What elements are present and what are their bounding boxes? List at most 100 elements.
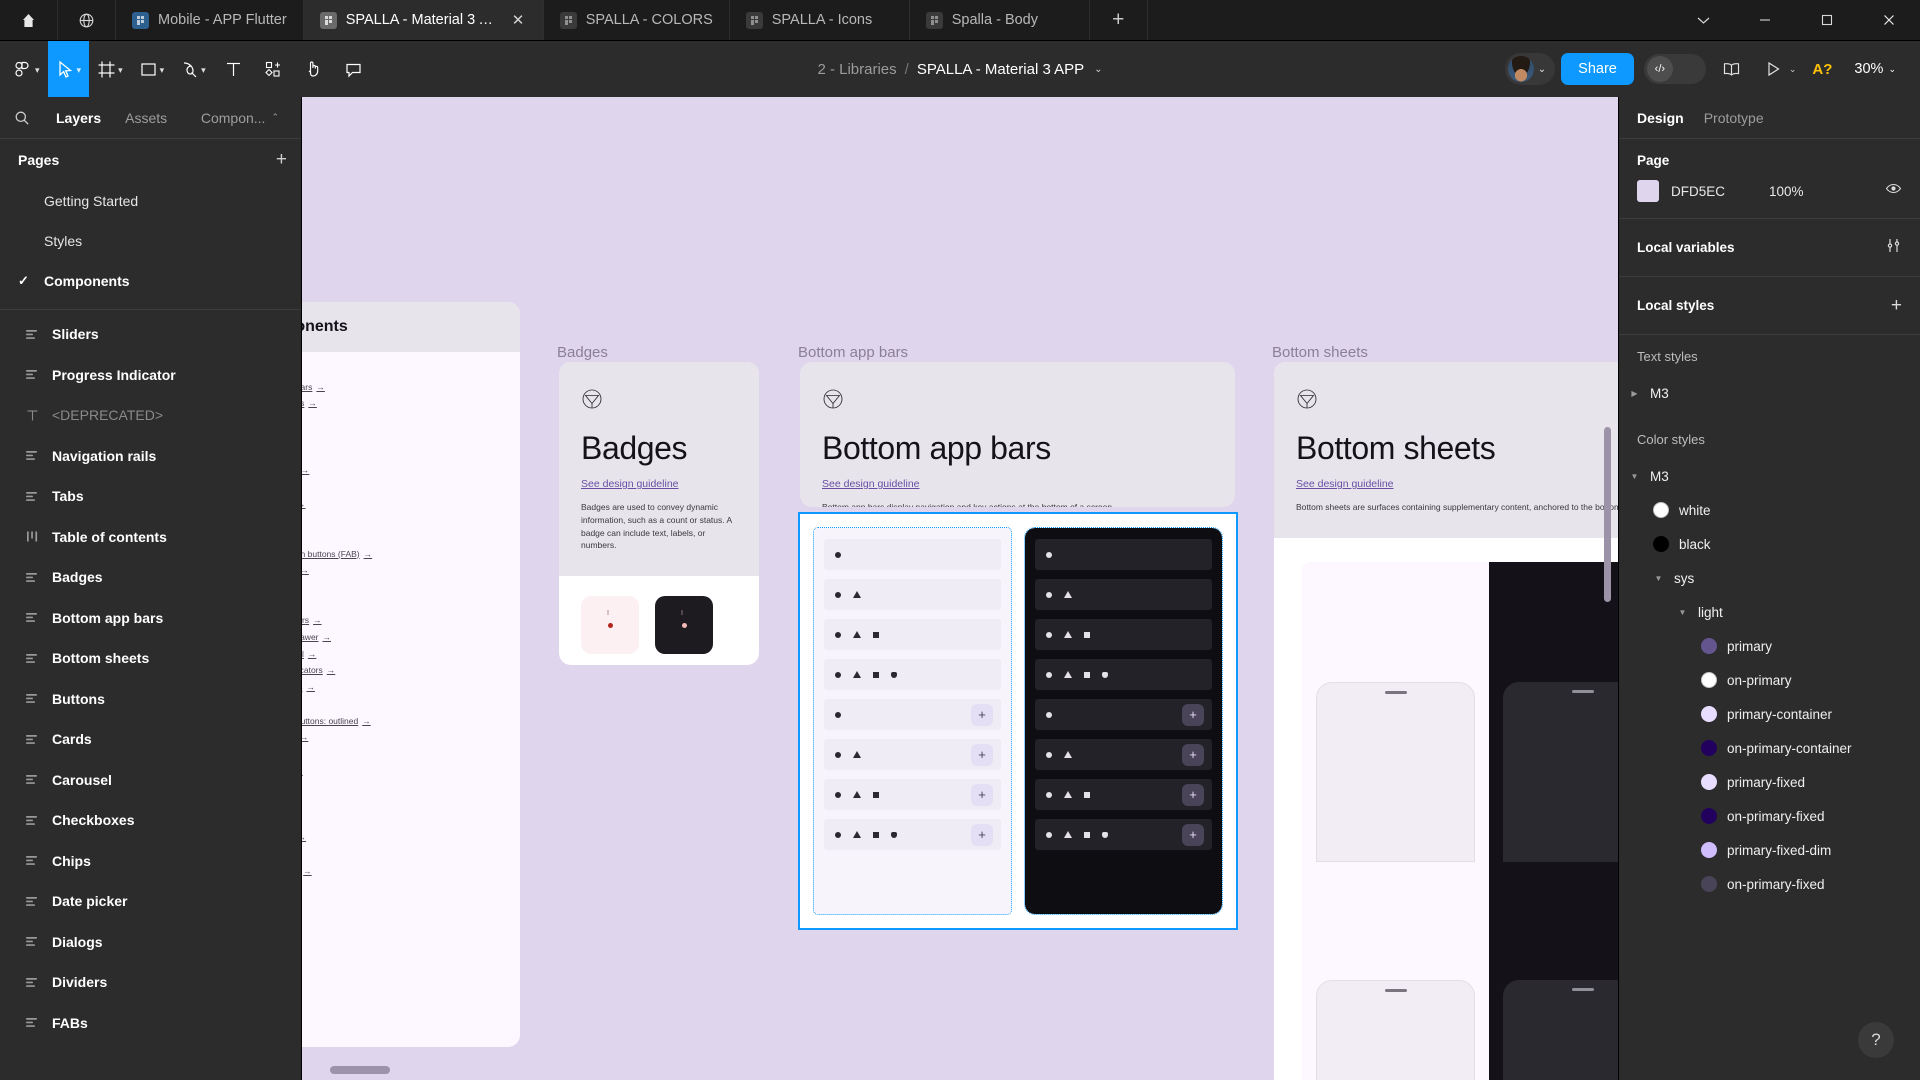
page-item-getting-started[interactable]: Getting Started — [0, 181, 301, 221]
bottom-app-bar[interactable]: + — [824, 699, 1001, 730]
canvas-horizontal-scrollbar[interactable] — [330, 1066, 390, 1074]
frame-icon[interactable]: ▾ — [89, 41, 131, 97]
triangle-icon[interactable] — [1064, 791, 1072, 798]
caret-right-icon[interactable]: ▶ — [1629, 389, 1640, 398]
fab-button[interactable]: + — [1182, 743, 1204, 766]
square-icon[interactable] — [1084, 791, 1090, 798]
tab-mobile-app-flutter[interactable]: Mobile - APP Flutter — [116, 0, 304, 40]
layer-row[interactable]: Table of contents — [0, 517, 301, 558]
pentagon-icon[interactable] — [1102, 671, 1108, 678]
tab-design[interactable]: Design — [1637, 110, 1684, 126]
dot-icon[interactable] — [1046, 671, 1052, 678]
fab-button[interactable]: + — [1182, 703, 1204, 726]
bottom-app-bar[interactable] — [824, 539, 1001, 570]
tab-assets[interactable]: Assets — [113, 110, 179, 126]
components-icon[interactable] — [254, 41, 294, 97]
caret-down-icon[interactable]: ▼ — [1677, 608, 1688, 617]
drag-handle[interactable] — [1571, 987, 1594, 991]
square-icon[interactable] — [1084, 671, 1090, 678]
caret-down-icon[interactable]: ▼ — [1653, 574, 1664, 583]
layer-row[interactable]: Navigation rails — [0, 436, 301, 477]
frame-bottom-app-bars-specimens[interactable]: + + + + + + + + — [798, 512, 1238, 930]
new-tab-button[interactable]: + — [1090, 0, 1148, 40]
close-window-button[interactable] — [1858, 0, 1920, 41]
add-style-button[interactable]: + — [1891, 296, 1902, 315]
zoom-level-button[interactable]: 30% ⌄ — [1848, 61, 1902, 77]
tab-layers[interactable]: Layers — [44, 110, 113, 126]
style-group-row[interactable]: ▶ M3 — [1619, 376, 1920, 410]
bottom-app-bar[interactable] — [1035, 619, 1212, 650]
triangle-icon[interactable] — [853, 751, 861, 758]
eye-icon[interactable] — [1885, 180, 1902, 202]
sliders-icon[interactable] — [1885, 237, 1902, 259]
pentagon-icon[interactable] — [891, 671, 897, 678]
bottom-app-bar[interactable]: + — [824, 779, 1001, 810]
local-styles-row[interactable]: Local styles + — [1619, 277, 1920, 335]
color-style-row[interactable]: black — [1619, 527, 1920, 561]
fab-button[interactable]: + — [971, 743, 993, 766]
help-button[interactable]: ? — [1858, 1022, 1894, 1058]
color-style-row[interactable]: primary-fixed — [1619, 765, 1920, 799]
bottom-app-bar[interactable] — [1035, 579, 1212, 610]
triangle-icon[interactable] — [1064, 591, 1072, 598]
local-variables-row[interactable]: Local variables — [1619, 219, 1920, 277]
minimize-button[interactable] — [1734, 0, 1796, 41]
dot-icon[interactable] — [835, 551, 841, 558]
square-icon[interactable] — [873, 631, 879, 638]
book-icon[interactable] — [1712, 49, 1752, 89]
dev-mode-toggle[interactable]: ‹/› — [1643, 54, 1706, 84]
page-fill-opacity[interactable]: 100% — [1769, 184, 1804, 199]
layer-row[interactable]: FABs — [0, 1003, 301, 1044]
move-cursor-icon[interactable]: ▾ — [47, 41, 90, 97]
triangle-icon[interactable] — [853, 791, 861, 798]
layer-row[interactable]: Buttons — [0, 679, 301, 720]
rectangle-icon[interactable]: ▾ — [131, 41, 173, 97]
chevron-down-icon[interactable]: ⌄ — [1094, 64, 1102, 75]
dot-icon[interactable] — [835, 791, 841, 798]
see-design-guideline-link[interactable]: See design guideline — [1296, 478, 1394, 490]
layer-row[interactable]: Badges — [0, 557, 301, 598]
color-style-row[interactable]: primary — [1619, 629, 1920, 663]
layer-row[interactable]: Tabs — [0, 476, 301, 517]
see-design-guideline-link[interactable]: See design guideline — [822, 478, 920, 490]
layer-row[interactable]: <DEPRECATED> — [0, 395, 301, 436]
layer-row[interactable]: Bottom sheets — [0, 638, 301, 679]
fab-button[interactable]: + — [1182, 783, 1204, 806]
layers-list[interactable]: Sliders Progress Indicator <DEPRECATED> Nav… — [0, 314, 301, 1080]
page-item-styles[interactable]: Styles — [0, 221, 301, 261]
hand-icon[interactable] — [294, 41, 334, 97]
layer-row[interactable]: Dividers — [0, 962, 301, 1003]
bottom-app-bar[interactable]: + — [1035, 779, 1212, 810]
add-page-button[interactable]: + — [276, 149, 287, 171]
color-style-row[interactable]: on-primary — [1619, 663, 1920, 697]
dot-icon[interactable] — [835, 631, 841, 638]
bab-column-dark[interactable]: + + + + — [1024, 527, 1223, 915]
fab-button[interactable]: + — [1182, 823, 1204, 846]
triangle-icon[interactable] — [853, 831, 861, 838]
dot-icon[interactable] — [1046, 631, 1052, 638]
color-style-row[interactable]: on-primary-fixed — [1619, 867, 1920, 901]
layer-row[interactable]: Carousel — [0, 760, 301, 801]
breadcrumb-file-name[interactable]: SPALLA - Material 3 APP — [917, 61, 1084, 78]
tab-spalla-colors[interactable]: SPALLA - COLORS — [544, 0, 730, 40]
collaborators-button[interactable]: ⌄ — [1504, 53, 1556, 85]
dot-icon[interactable] — [835, 671, 841, 678]
frame-badges[interactable]: Badges See design guideline Badges are u… — [559, 362, 759, 665]
square-icon[interactable] — [1084, 631, 1090, 638]
canvas-vertical-scrollbar[interactable] — [1604, 427, 1611, 602]
text-styles-tree[interactable]: ▶ M3 — [1619, 376, 1920, 410]
see-design-guideline-link[interactable]: See design guideline — [581, 478, 679, 490]
triangle-icon[interactable] — [1064, 751, 1072, 758]
page-fill-hex[interactable]: DFD5EC — [1671, 184, 1757, 199]
bottom-app-bar[interactable]: + — [824, 819, 1001, 850]
figma-menu-icon[interactable]: ▾ — [0, 41, 48, 97]
dot-icon[interactable] — [835, 831, 841, 838]
style-group-row[interactable]: ▼ M3 — [1619, 459, 1920, 493]
triangle-icon[interactable] — [1064, 831, 1072, 838]
fab-button[interactable]: + — [971, 823, 993, 846]
search-icon[interactable] — [14, 110, 44, 126]
frame-bottom-app-bars-header[interactable]: Bottom app bars See design guideline Bot… — [800, 362, 1235, 507]
window-menu-button[interactable] — [1672, 0, 1734, 41]
bottom-app-bar[interactable] — [824, 579, 1001, 610]
bottom-app-bar[interactable]: + — [1035, 739, 1212, 770]
